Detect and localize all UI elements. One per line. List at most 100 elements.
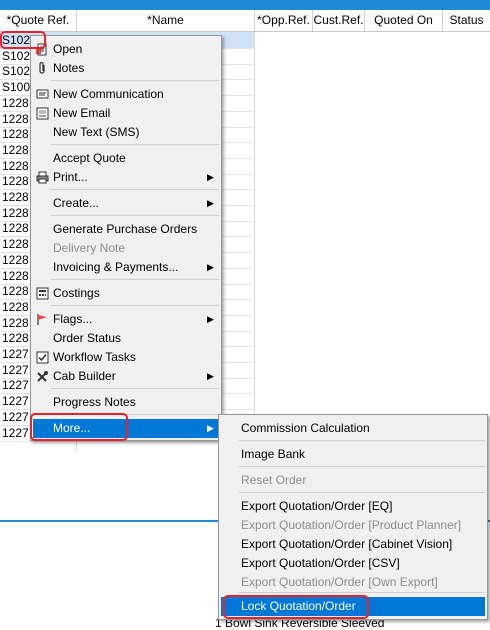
annotation-selected-cell <box>0 31 46 49</box>
submenu-item-label: Reset Order <box>241 473 307 487</box>
menu-item-flags[interactable]: Flags... ▶ <box>33 310 219 329</box>
quote-ref-cell[interactable]: 1228 <box>2 299 29 315</box>
menu-separator <box>51 80 219 81</box>
submenu-arrow-icon: ▶ <box>207 198 214 208</box>
quote-ref-cell[interactable]: 1228 <box>2 283 29 299</box>
menu-separator <box>239 592 485 593</box>
menu-item-new-email[interactable]: New Email <box>33 104 219 123</box>
menu-item-label: Order Status <box>53 331 122 345</box>
more-submenu: Commission Calculation Image Bank Reset Or… <box>218 414 488 620</box>
quote-ref-cell[interactable]: 1227 <box>2 409 29 425</box>
quote-ref-cell[interactable]: 1228 <box>2 330 29 346</box>
quote-ref-cell[interactable]: 1227 <box>2 425 29 441</box>
menu-item-delivery-note[interactable]: Delivery Note <box>33 239 219 258</box>
column-header-quoted-on[interactable]: Quoted On <box>365 10 443 31</box>
submenu-item-export-quotation-order-csv[interactable]: Export Quotation/Order [CSV] <box>221 554 485 573</box>
column-header-quote-ref[interactable]: *Quote Ref. <box>0 10 77 31</box>
quote-ref-cell[interactable]: 1228 <box>2 158 29 174</box>
menu-item-label: Create... <box>53 196 100 210</box>
paperclip-icon <box>36 61 49 75</box>
quote-ref-cell[interactable]: 1228 <box>2 252 29 268</box>
menu-item-label: Invoicing & Payments... <box>53 260 179 274</box>
quote-ref-cell[interactable]: S102 <box>2 48 30 64</box>
menu-separator <box>51 305 219 306</box>
menu-separator <box>51 215 219 216</box>
submenu-item-label: Export Quotation/Order [EQ] <box>241 499 393 513</box>
menu-separator <box>51 279 219 280</box>
annotation-lock-item <box>223 595 369 619</box>
quote-ref-cell[interactable]: 1228 <box>2 236 29 252</box>
column-header-name[interactable]: *Name <box>77 10 255 31</box>
submenu-item-export-quotation-order-product-planner[interactable]: Export Quotation/Order [Product Planner] <box>221 516 485 535</box>
quote-ref-cell[interactable]: 1228 <box>2 189 29 205</box>
email-icon <box>36 107 49 120</box>
submenu-item-export-quotation-order-eq[interactable]: Export Quotation/Order [EQ] <box>221 497 485 516</box>
quote-ref-cell[interactable]: 1228 <box>2 205 29 221</box>
quote-ref-cell[interactable]: 1227 <box>2 393 29 409</box>
submenu-item-export-quotation-order-cabinet-vision[interactable]: Export Quotation/Order [Cabinet Vision] <box>221 535 485 554</box>
submenu-arrow-icon: ▶ <box>207 262 214 272</box>
quote-ref-cell[interactable]: 1228 <box>2 220 29 236</box>
flag-icon <box>36 313 49 326</box>
column-header-status[interactable]: Status <box>443 10 490 31</box>
table-header: *Quote Ref. *Name *Opp.Ref. Cust.Ref. Qu… <box>0 10 490 32</box>
quote-ref-cell[interactable]: 1228 <box>2 268 29 284</box>
quote-ref-cell[interactable]: 1228 <box>2 142 29 158</box>
quote-ref-cell[interactable]: S102 <box>2 63 30 79</box>
menu-item-workflow-tasks[interactable]: Workflow Tasks <box>33 348 219 367</box>
column-header-cust-ref[interactable]: Cust.Ref. <box>313 10 365 31</box>
quote-ref-cell[interactable]: 1228 <box>2 111 29 127</box>
menu-separator <box>51 189 219 190</box>
submenu-item-export-quotation-order-own-export[interactable]: Export Quotation/Order [Own Export] <box>221 573 485 592</box>
submenu-item-reset-order[interactable]: Reset Order <box>221 471 485 490</box>
quote-ref-cell[interactable]: S100 <box>2 79 30 95</box>
menu-item-label: Open <box>53 42 83 56</box>
submenu-arrow-icon: ▶ <box>207 172 214 182</box>
message-icon <box>36 88 49 101</box>
submenu-item-image-bank[interactable]: Image Bank <box>221 445 485 464</box>
quote-ref-cell[interactable]: 1228 <box>2 126 29 142</box>
submenu-arrow-icon: ▶ <box>207 423 214 433</box>
window-top-bar <box>0 0 490 10</box>
menu-item-new-communication[interactable]: New Communication <box>33 85 219 104</box>
menu-item-label: Print... <box>53 170 88 184</box>
submenu-arrow-icon: ▶ <box>207 314 214 324</box>
menu-separator <box>239 492 485 493</box>
checkbox-icon <box>36 351 49 364</box>
quote-ref-cell[interactable]: 1227 <box>2 362 29 378</box>
menu-item-label: Costings <box>53 286 100 300</box>
menu-item-costings[interactable]: Costings <box>33 284 219 303</box>
menu-item-create[interactable]: Create... ▶ <box>33 194 219 213</box>
menu-separator <box>51 144 219 145</box>
menu-item-label: New Communication <box>53 87 164 101</box>
quote-ref-cell[interactable]: 1228 <box>2 173 29 189</box>
quote-ref-cell[interactable]: 1228 <box>2 95 29 111</box>
menu-item-label: Cab Builder <box>53 369 116 383</box>
menu-item-notes[interactable]: Notes <box>33 59 219 78</box>
menu-item-cab-builder[interactable]: Cab Builder ▶ <box>33 367 219 386</box>
quote-ref-cell[interactable]: 1227 <box>2 346 29 362</box>
submenu-arrow-icon: ▶ <box>207 371 214 381</box>
menu-item-accept-quote[interactable]: Accept Quote <box>33 149 219 168</box>
menu-item-generate-purchase-orders[interactable]: Generate Purchase Orders <box>33 220 219 239</box>
context-menu: Open Notes New Communication New Email New T… <box>30 35 222 441</box>
submenu-item-label: Export Quotation/Order [Product Planner] <box>241 518 462 532</box>
menu-item-open[interactable]: Open <box>33 40 219 59</box>
menu-item-order-status[interactable]: Order Status <box>33 329 219 348</box>
quote-ref-cell[interactable]: 1228 <box>2 315 29 331</box>
tools-icon <box>36 370 49 383</box>
quote-ref-cell[interactable]: 1227 <box>2 377 29 393</box>
menu-item-label: New Email <box>53 106 111 120</box>
menu-separator <box>239 466 485 467</box>
menu-item-new-text-sms[interactable]: New Text (SMS) <box>33 123 219 142</box>
annotation-more-item <box>30 413 128 441</box>
menu-item-label: Workflow Tasks <box>53 350 136 364</box>
submenu-item-label: Commission Calculation <box>241 421 370 435</box>
submenu-item-label: Image Bank <box>241 447 306 461</box>
menu-item-print[interactable]: Print... ▶ <box>33 168 219 187</box>
submenu-item-commission-calculation[interactable]: Commission Calculation <box>221 419 485 438</box>
menu-item-label: Delivery Note <box>53 241 126 255</box>
column-header-opp-ref[interactable]: *Opp.Ref. <box>255 10 313 31</box>
menu-item-progress-notes[interactable]: Progress Notes <box>33 393 219 412</box>
menu-item-invoicing-payments[interactable]: Invoicing & Payments... ▶ <box>33 258 219 277</box>
